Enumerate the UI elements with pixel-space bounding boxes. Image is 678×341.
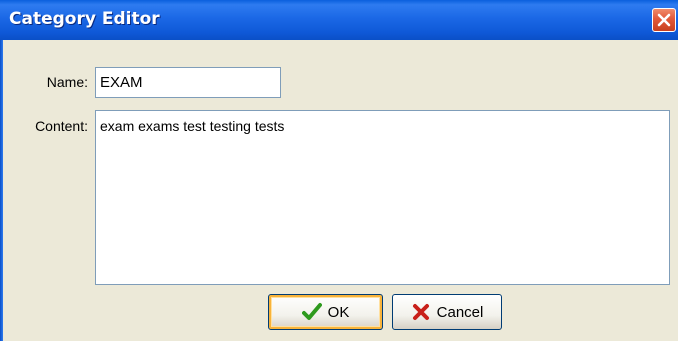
ok-button[interactable]: OK <box>268 294 383 330</box>
name-label: Name: <box>46 74 88 90</box>
cancel-button-label: Cancel <box>436 303 484 321</box>
checkmark-icon <box>301 303 322 320</box>
ok-button-label: OK <box>327 303 350 321</box>
cancel-button[interactable]: Cancel <box>392 294 502 330</box>
x-mark-icon <box>412 304 429 320</box>
title-bar[interactable]: Category Editor <box>0 0 678 40</box>
content-label: Content: <box>35 118 88 134</box>
window-title: Category Editor <box>9 9 160 29</box>
category-editor-dialog: Category Editor Name: Content: exam exam… <box>0 0 678 341</box>
name-field[interactable] <box>95 67 281 98</box>
close-icon <box>657 13 671 27</box>
window-left-border <box>0 40 3 341</box>
content-field[interactable]: exam exams test testing tests <box>95 110 670 285</box>
close-button[interactable] <box>652 8 676 32</box>
